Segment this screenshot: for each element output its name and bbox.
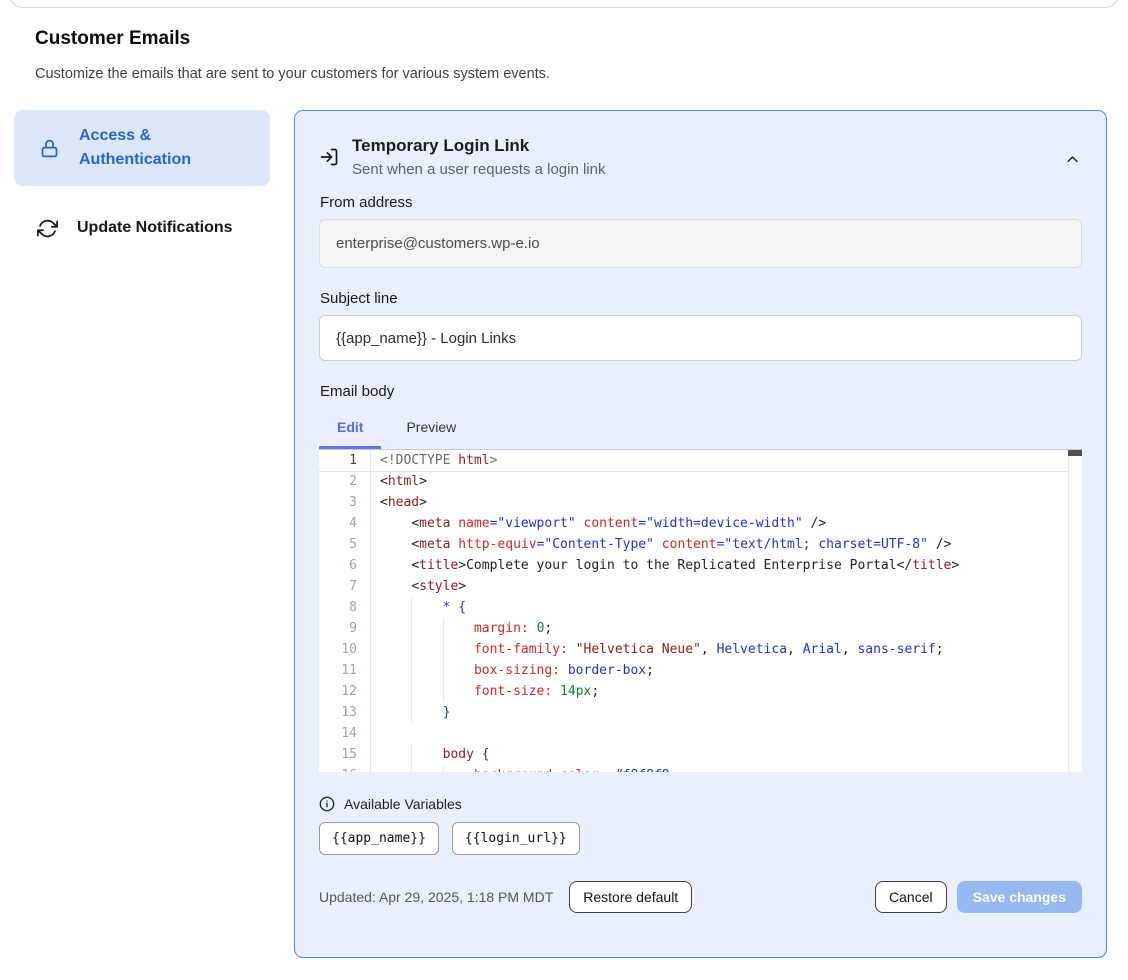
code-line[interactable]: 2<html> — [319, 471, 1082, 492]
code-line[interactable]: 1<!DOCTYPE html> — [319, 450, 1082, 471]
code-text: <style> — [371, 576, 466, 597]
line-number: 2 — [319, 471, 371, 492]
sidebar-item-label: Access & Authentication — [79, 124, 211, 172]
lock-icon — [38, 137, 60, 159]
line-number: 10 — [319, 639, 371, 660]
log-in-icon — [319, 147, 339, 178]
sidebar-item-access-authentication[interactable]: Access & Authentication — [14, 110, 270, 186]
code-text: * { — [371, 597, 466, 618]
page: Customer Emails Customize the emails tha… — [0, 0, 1128, 980]
save-changes-button[interactable]: Save changes — [957, 881, 1082, 913]
sidebar: Access & Authentication Update Notificat… — [14, 110, 270, 252]
code-text — [371, 723, 380, 744]
line-number: 3 — [319, 492, 371, 513]
code-text: <meta name="viewport" content="width=dev… — [371, 513, 826, 534]
line-number: 16 — [319, 765, 371, 772]
line-number: 13 — [319, 702, 371, 723]
code-line[interactable]: 10 font-family: "Helvetica Neue", Helvet… — [319, 639, 1082, 660]
code-line[interactable]: 8 * { — [319, 597, 1082, 618]
code-line[interactable]: 14 — [319, 723, 1082, 744]
info-icon — [319, 796, 335, 812]
variable-chips: {{app_name}} {{login_url}} — [319, 822, 1082, 855]
tab-preview[interactable]: Preview — [388, 410, 474, 449]
previous-card-bottom-edge — [10, 0, 1118, 8]
code-line[interactable]: 3<head> — [319, 492, 1082, 513]
code-text: <html> — [371, 471, 427, 492]
code-text: <!DOCTYPE html> — [371, 450, 497, 471]
subject-line-label: Subject line — [320, 290, 1082, 307]
editor-scrollbar-thumb[interactable] — [1068, 450, 1082, 456]
code-line[interactable]: 6 <title>Complete your login to the Repl… — [319, 555, 1082, 576]
card-footer: Updated: Apr 29, 2025, 1:18 PM MDT Resto… — [319, 881, 1082, 913]
code-line[interactable]: 15 body { — [319, 744, 1082, 765]
restore-default-button[interactable]: Restore default — [569, 881, 692, 913]
line-number: 4 — [319, 513, 371, 534]
code-line[interactable]: 12 font-size: 14px; — [319, 681, 1082, 702]
updated-timestamp: Updated: Apr 29, 2025, 1:18 PM MDT — [319, 889, 553, 905]
code-text: font-family: "Helvetica Neue", Helvetica… — [371, 639, 944, 660]
line-number: 15 — [319, 744, 371, 765]
temporary-login-link-card: Temporary Login Link Sent when a user re… — [294, 110, 1107, 958]
code-editor[interactable]: 1<!DOCTYPE html>2<html>3<head>4 <meta na… — [319, 449, 1082, 772]
code-text: } — [371, 702, 450, 723]
line-number: 14 — [319, 723, 371, 744]
sidebar-item-label: Update Notifications — [77, 219, 233, 237]
subject-line-input[interactable] — [319, 315, 1082, 361]
email-body-label: Email body — [320, 383, 1082, 400]
cancel-button[interactable]: Cancel — [875, 881, 947, 913]
chevron-up-icon — [1065, 152, 1080, 167]
line-number: 1 — [319, 450, 371, 471]
card-subtitle: Sent when a user requests a login link — [352, 161, 605, 178]
line-number: 9 — [319, 618, 371, 639]
code-line[interactable]: 11 box-sizing: border-box; — [319, 660, 1082, 681]
card-header-text: Temporary Login Link Sent when a user re… — [352, 136, 605, 178]
card-header: Temporary Login Link Sent when a user re… — [319, 136, 1082, 178]
code-line[interactable]: 7 <style> — [319, 576, 1082, 597]
line-number: 11 — [319, 660, 371, 681]
from-address-input[interactable] — [319, 219, 1082, 268]
line-number: 7 — [319, 576, 371, 597]
from-address-label: From address — [320, 194, 1082, 211]
editor-scrollbar[interactable] — [1068, 450, 1082, 772]
line-number: 12 — [319, 681, 371, 702]
code-text: <meta http-equiv="Content-Type" content=… — [371, 534, 951, 555]
variable-chip-app-name[interactable]: {{app_name}} — [319, 822, 439, 855]
code-text: margin: 0; — [371, 618, 552, 639]
code-line[interactable]: 13 } — [319, 702, 1082, 723]
code-text: background-color: #f8f8f8; — [371, 765, 677, 772]
code-line[interactable]: 5 <meta http-equiv="Content-Type" conten… — [319, 534, 1082, 555]
code-text: font-size: 14px; — [371, 681, 599, 702]
editor-tabs: Edit Preview — [319, 410, 1082, 449]
variable-chip-login-url[interactable]: {{login_url}} — [452, 822, 580, 855]
card-title: Temporary Login Link — [352, 136, 605, 156]
code-line[interactable]: 9 margin: 0; — [319, 618, 1082, 639]
refresh-icon — [36, 217, 58, 239]
tab-edit[interactable]: Edit — [319, 410, 381, 449]
line-number: 5 — [319, 534, 371, 555]
page-subtitle: Customize the emails that are sent to yo… — [35, 66, 550, 82]
code-text: <head> — [371, 492, 427, 513]
footer-actions: Cancel Save changes — [875, 881, 1082, 913]
line-number: 6 — [319, 555, 371, 576]
code-text: box-sizing: border-box; — [371, 660, 654, 681]
code-text: <title>Complete your login to the Replic… — [371, 555, 959, 576]
code-text: body { — [371, 744, 490, 765]
code-line[interactable]: 4 <meta name="viewport" content="width=d… — [319, 513, 1082, 534]
collapse-button[interactable] — [1065, 152, 1080, 167]
code-line[interactable]: 16 background-color: #f8f8f8; — [319, 765, 1082, 772]
page-title: Customer Emails — [35, 28, 190, 50]
line-number: 8 — [319, 597, 371, 618]
available-variables-label: Available Variables — [344, 796, 462, 812]
available-variables: Available Variables — [319, 796, 1082, 812]
sidebar-item-update-notifications[interactable]: Update Notifications — [14, 204, 270, 252]
